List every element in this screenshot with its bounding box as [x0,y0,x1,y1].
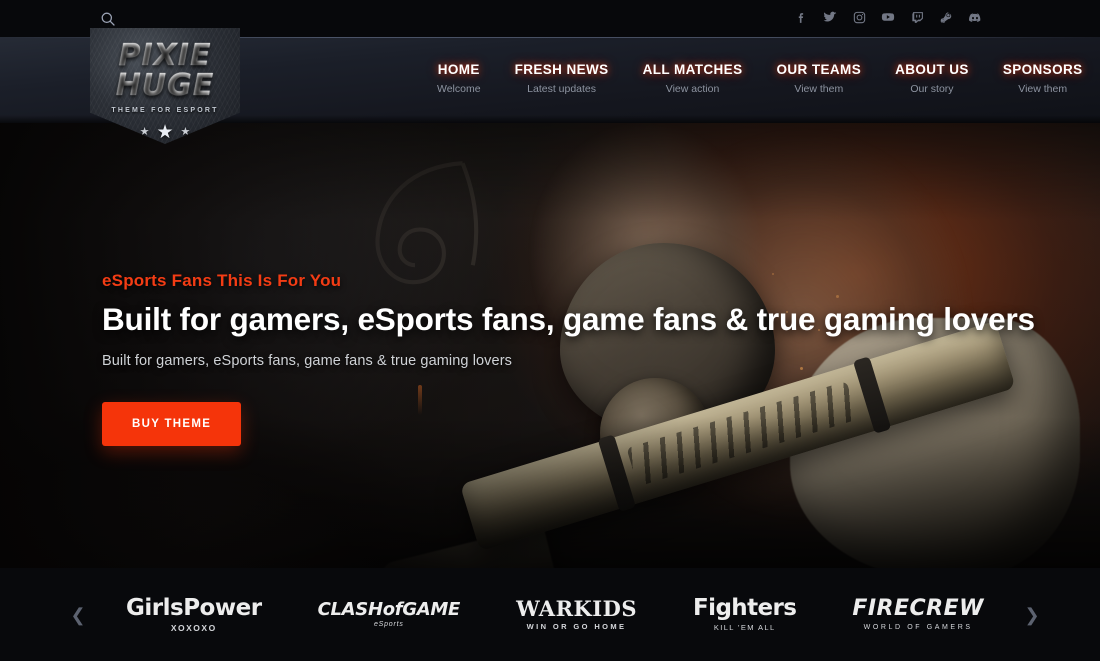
nav-item-fresh-news[interactable]: FRESH NEWS Latest updates [498,62,626,95]
nav-sublabel: View action [665,83,720,95]
sponsor-logo[interactable]: Fighters KILL 'EM ALL [693,595,797,633]
nav-label: FRESH NEWS [514,62,609,77]
sponsor-carousel: ❮ GirlsPower XOXOXO CLASHofGAME eSports … [0,568,1100,661]
page-root: PIXIE HUGE THEME FOR ESPORT ★ ★ ★ HOME W… [0,0,1100,661]
nav-sublabel: View them [1018,83,1068,95]
main-navigation: HOME Welcome FRESH NEWS Latest updates A… [420,62,1100,112]
logo-line-2: HUGE [115,67,215,103]
nav-label: ALL MATCHES [642,62,743,77]
twitch-icon[interactable] [910,9,924,25]
sponsor-logo[interactable]: GirlsPower XOXOXO [126,594,262,633]
nav-label: ABOUT US [895,62,969,77]
nav-item-sponsors[interactable]: SPONSORS View them [986,62,1100,95]
nav-item-about-us[interactable]: ABOUT US Our story [878,62,986,95]
nav-sublabel: View them [794,83,844,95]
twitter-icon[interactable] [823,9,837,25]
sponsor-tagline: KILL 'EM ALL [713,623,776,633]
hero-section: eSports Fans This Is For You Built for g… [0,123,1100,568]
star-icon: ★ [156,122,174,143]
chevron-left-icon[interactable]: ❮ [58,606,98,624]
nav-item-home[interactable]: HOME Welcome [420,62,498,95]
hero-content: eSports Fans This Is For You Built for g… [102,271,1035,447]
nav-label: HOME [437,62,480,77]
sponsor-tagline: eSports [373,621,404,628]
buy-theme-button[interactable]: BUY THEME [102,402,242,447]
instagram-icon[interactable] [852,9,866,25]
sponsor-name: WARKIDS [516,596,638,622]
sponsor-tagline: WIN OR GO HOME [526,622,627,632]
sponsor-logo[interactable]: CLASHofGAME eSports [317,599,461,629]
hero-eyebrow: eSports Fans This Is For You [102,271,342,290]
nav-item-our-teams[interactable]: OUR TEAMS View them [760,62,879,95]
hero-description: Built for gamers, eSports fans, game fan… [102,353,512,370]
facebook-icon[interactable] [794,9,808,25]
sponsor-logo[interactable]: WARKIDS WIN OR GO HOME [516,598,637,631]
nav-label: OUR TEAMS [776,62,862,77]
logo-line-1: PIXIE [118,38,212,73]
sponsor-name: CLASHofGAME [317,599,461,620]
sponsor-track: GirlsPower XOXOXO CLASHofGAME eSports WA… [98,568,1012,661]
sponsor-tagline: WORLD OF GAMERS [863,624,973,631]
nav-sublabel: Welcome [437,83,481,95]
chevron-right-icon[interactable]: ❯ [1012,606,1052,624]
nav-item-all-matches[interactable]: ALL MATCHES View action [626,62,760,95]
social-links [794,9,982,25]
search-icon[interactable] [100,11,116,27]
sponsor-name: FIRECREW [852,596,984,621]
sponsor-name: GirlsPower [126,594,262,621]
nav-label: SPONSORS [1002,62,1083,77]
discord-icon[interactable] [968,9,982,25]
nav-sublabel: Our story [910,83,954,95]
nav-sublabel: Latest updates [527,83,597,95]
sponsor-tagline: XOXOXO [170,622,217,633]
logo-tagline: THEME FOR ESPORT [111,107,219,114]
hero-title: Built for gamers, eSports fans, game fan… [102,301,1035,337]
sponsor-name: Fighters [693,595,797,622]
sponsor-logo[interactable]: FIRECREW WORLD OF GAMERS [852,596,984,632]
steam-icon[interactable] [939,9,953,25]
youtube-icon[interactable] [881,9,895,25]
